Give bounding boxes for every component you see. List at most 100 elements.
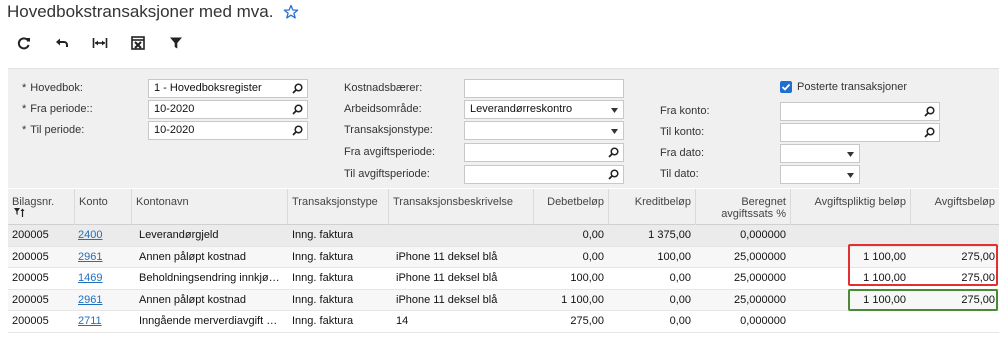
table-row[interactable]: 200005 2961 Annen påløpt kostnad Inng. f…	[8, 289, 999, 311]
fra-periode-field[interactable]: 10-2020	[148, 100, 308, 119]
cell-bilagsnr: 200005	[12, 229, 49, 241]
filter-sort-icon[interactable]	[14, 208, 26, 218]
cell-avgiftspliktig-belop: 1 100,00	[863, 272, 906, 284]
til-konto-label: Til konto:	[660, 126, 705, 138]
title-bar: Hovedbokstransaksjoner med mva.	[0, 0, 299, 24]
cell-debetbelop: 0,00	[582, 229, 604, 241]
til-periode-label: * Til periode:	[22, 124, 85, 136]
arbeidsomrade-label: Arbeidsområde:	[344, 103, 422, 115]
cell-transaksjonsbeskrivelse	[392, 225, 532, 246]
column-header-transaksjonsbeskrivelse[interactable]: Transaksjonsbeskrivelse	[388, 189, 533, 225]
undo-button[interactable]	[43, 30, 81, 56]
transaksjonstype-select[interactable]	[464, 121, 624, 140]
cell-avgiftssats: 0,000000	[740, 315, 786, 327]
cell-avgiftssats: 0,000000	[740, 229, 786, 241]
search-icon[interactable]	[292, 125, 303, 136]
search-icon[interactable]	[292, 104, 303, 115]
til-periode-field[interactable]: 10-2020	[148, 121, 308, 140]
chevron-down-icon[interactable]	[847, 173, 854, 178]
transaksjonstype-label: Transaksjonstype:	[344, 124, 433, 136]
column-header-konto[interactable]: Konto	[74, 189, 131, 225]
cell-konto-link[interactable]: 1469	[74, 268, 131, 289]
fra-avgiftsperiode-field[interactable]	[464, 143, 624, 162]
chevron-down-icon[interactable]	[611, 129, 618, 134]
til-avgiftsperiode-label: Til avgiftsperiode:	[344, 168, 430, 180]
kostnadsbaerer-label: Kostnadsbærer:	[344, 82, 423, 94]
cell-transaksjonsbeskrivelse: iPhone 11 deksel blå	[396, 293, 498, 306]
cell-avgiftsbelop: 275,00	[961, 272, 995, 284]
undo-icon	[56, 38, 68, 47]
fra-konto-label: Fra konto:	[660, 105, 710, 117]
til-konto-field[interactable]	[780, 123, 940, 142]
arbeidsomrade-select[interactable]: Leverandørreskontro	[464, 100, 624, 119]
cell-kontonavn: Beholdningsendring innkjøpte ...	[139, 272, 285, 284]
cell-avgiftsbelop	[910, 225, 999, 246]
filter-icon	[170, 37, 182, 49]
column-header-debetbelop[interactable]: Debetbeløp	[533, 189, 608, 225]
cell-konto-link[interactable]: 2961	[74, 247, 131, 268]
favorite-star-icon[interactable]	[283, 4, 299, 20]
cell-transaksjonsbeskrivelse: iPhone 11 deksel blå	[396, 250, 498, 263]
cell-avgiftssats: 25,000000	[734, 250, 786, 263]
table-row[interactable]: 200005 2711 Inngående merverdiavgift høy…	[8, 311, 999, 333]
table-row[interactable]: 200005 1469 Beholdningsendring innkjøpte…	[8, 268, 999, 290]
hovedbok-field[interactable]: 1 - Hovedboksregister	[148, 79, 308, 98]
column-header-beregnet-avgiftssats[interactable]: Beregnet avgiftssats %	[695, 189, 790, 225]
kostnadsbaerer-field[interactable]	[464, 79, 624, 98]
til-avgiftsperiode-field[interactable]	[464, 165, 624, 184]
cell-avgiftspliktig-belop	[790, 225, 910, 246]
cell-kontonavn: Leverandørgjeld	[139, 229, 219, 241]
search-icon[interactable]	[292, 83, 303, 94]
refresh-button[interactable]	[5, 30, 43, 56]
checkmark-icon	[781, 83, 791, 91]
column-header-kreditbelop[interactable]: Kreditbeløp	[608, 189, 695, 225]
cell-transaksjonstype: Inng. faktura	[292, 315, 354, 327]
cell-konto-link[interactable]: 2400	[74, 225, 131, 246]
column-header-bilagsnr[interactable]: Bilagsnr.	[8, 189, 74, 225]
filter-button[interactable]	[157, 30, 195, 56]
refresh-icon	[17, 37, 30, 50]
column-header-avgiftsbelop[interactable]: Avgiftsbeløp	[910, 189, 999, 225]
cell-konto-link[interactable]: 2961	[74, 290, 131, 311]
grid-header: Bilagsnr. Konto Kontonavn Transaksjonsty…	[8, 189, 999, 225]
fra-konto-field[interactable]	[780, 102, 940, 121]
transactions-grid: Bilagsnr. Konto Kontonavn Transaksjonsty…	[8, 189, 999, 333]
export-excel-button[interactable]	[119, 30, 157, 56]
chevron-down-icon[interactable]	[847, 152, 854, 157]
cell-avgiftspliktig-belop: 1 100,00	[863, 250, 906, 263]
cell-transaksjonstype: Inng. faktura	[292, 293, 354, 306]
search-icon[interactable]	[608, 169, 619, 180]
posterte-checkbox[interactable]	[780, 81, 792, 93]
fra-dato-label: Fra dato:	[660, 147, 705, 159]
fra-dato-field[interactable]	[780, 144, 860, 163]
filter-panel: * Hovedbok: 1 - Hovedboksregister * Fra pe…	[8, 68, 999, 188]
column-header-avgiftspliktig-belop[interactable]: Avgiftspliktig beløp	[790, 189, 910, 225]
search-icon[interactable]	[924, 106, 935, 117]
cell-kreditbelop: 0,00	[669, 272, 691, 284]
fit-columns-button[interactable]	[81, 30, 119, 56]
cell-kreditbelop: 1 375,00	[648, 229, 691, 241]
cell-debetbelop: 275,00	[570, 315, 604, 327]
excel-icon	[131, 36, 145, 50]
cell-avgiftspliktig-belop	[790, 311, 910, 332]
column-header-kontonavn[interactable]: Kontonavn	[131, 189, 287, 225]
cell-transaksjonstype: Inng. faktura	[292, 229, 354, 241]
cell-debetbelop: 1 100,00	[561, 293, 604, 306]
cell-avgiftsbelop: 275,00	[961, 293, 995, 306]
cell-debetbelop: 0,00	[582, 250, 604, 263]
search-icon[interactable]	[608, 147, 619, 158]
fra-periode-label: * Fra periode::	[22, 103, 93, 115]
cell-bilagsnr: 200005	[12, 272, 49, 284]
cell-transaksjonstype: Inng. faktura	[292, 272, 354, 284]
cell-konto-link[interactable]: 2711	[74, 311, 131, 332]
table-row[interactable]: 200005 2400 Leverandørgjeld Inng. faktur…	[8, 225, 999, 247]
cell-kontonavn: Inngående merverdiavgift høy ...	[139, 315, 285, 327]
chevron-down-icon[interactable]	[611, 108, 618, 113]
fit-width-icon	[92, 38, 108, 48]
table-row[interactable]: 200005 2961 Annen påløpt kostnad Inng. f…	[8, 246, 999, 268]
column-header-transaksjonstype[interactable]: Transaksjonstype	[287, 189, 388, 225]
til-dato-field[interactable]	[780, 165, 860, 184]
cell-kontonavn: Annen påløpt kostnad	[139, 293, 247, 306]
search-icon[interactable]	[924, 127, 935, 138]
cell-kreditbelop: 0,00	[669, 293, 691, 306]
